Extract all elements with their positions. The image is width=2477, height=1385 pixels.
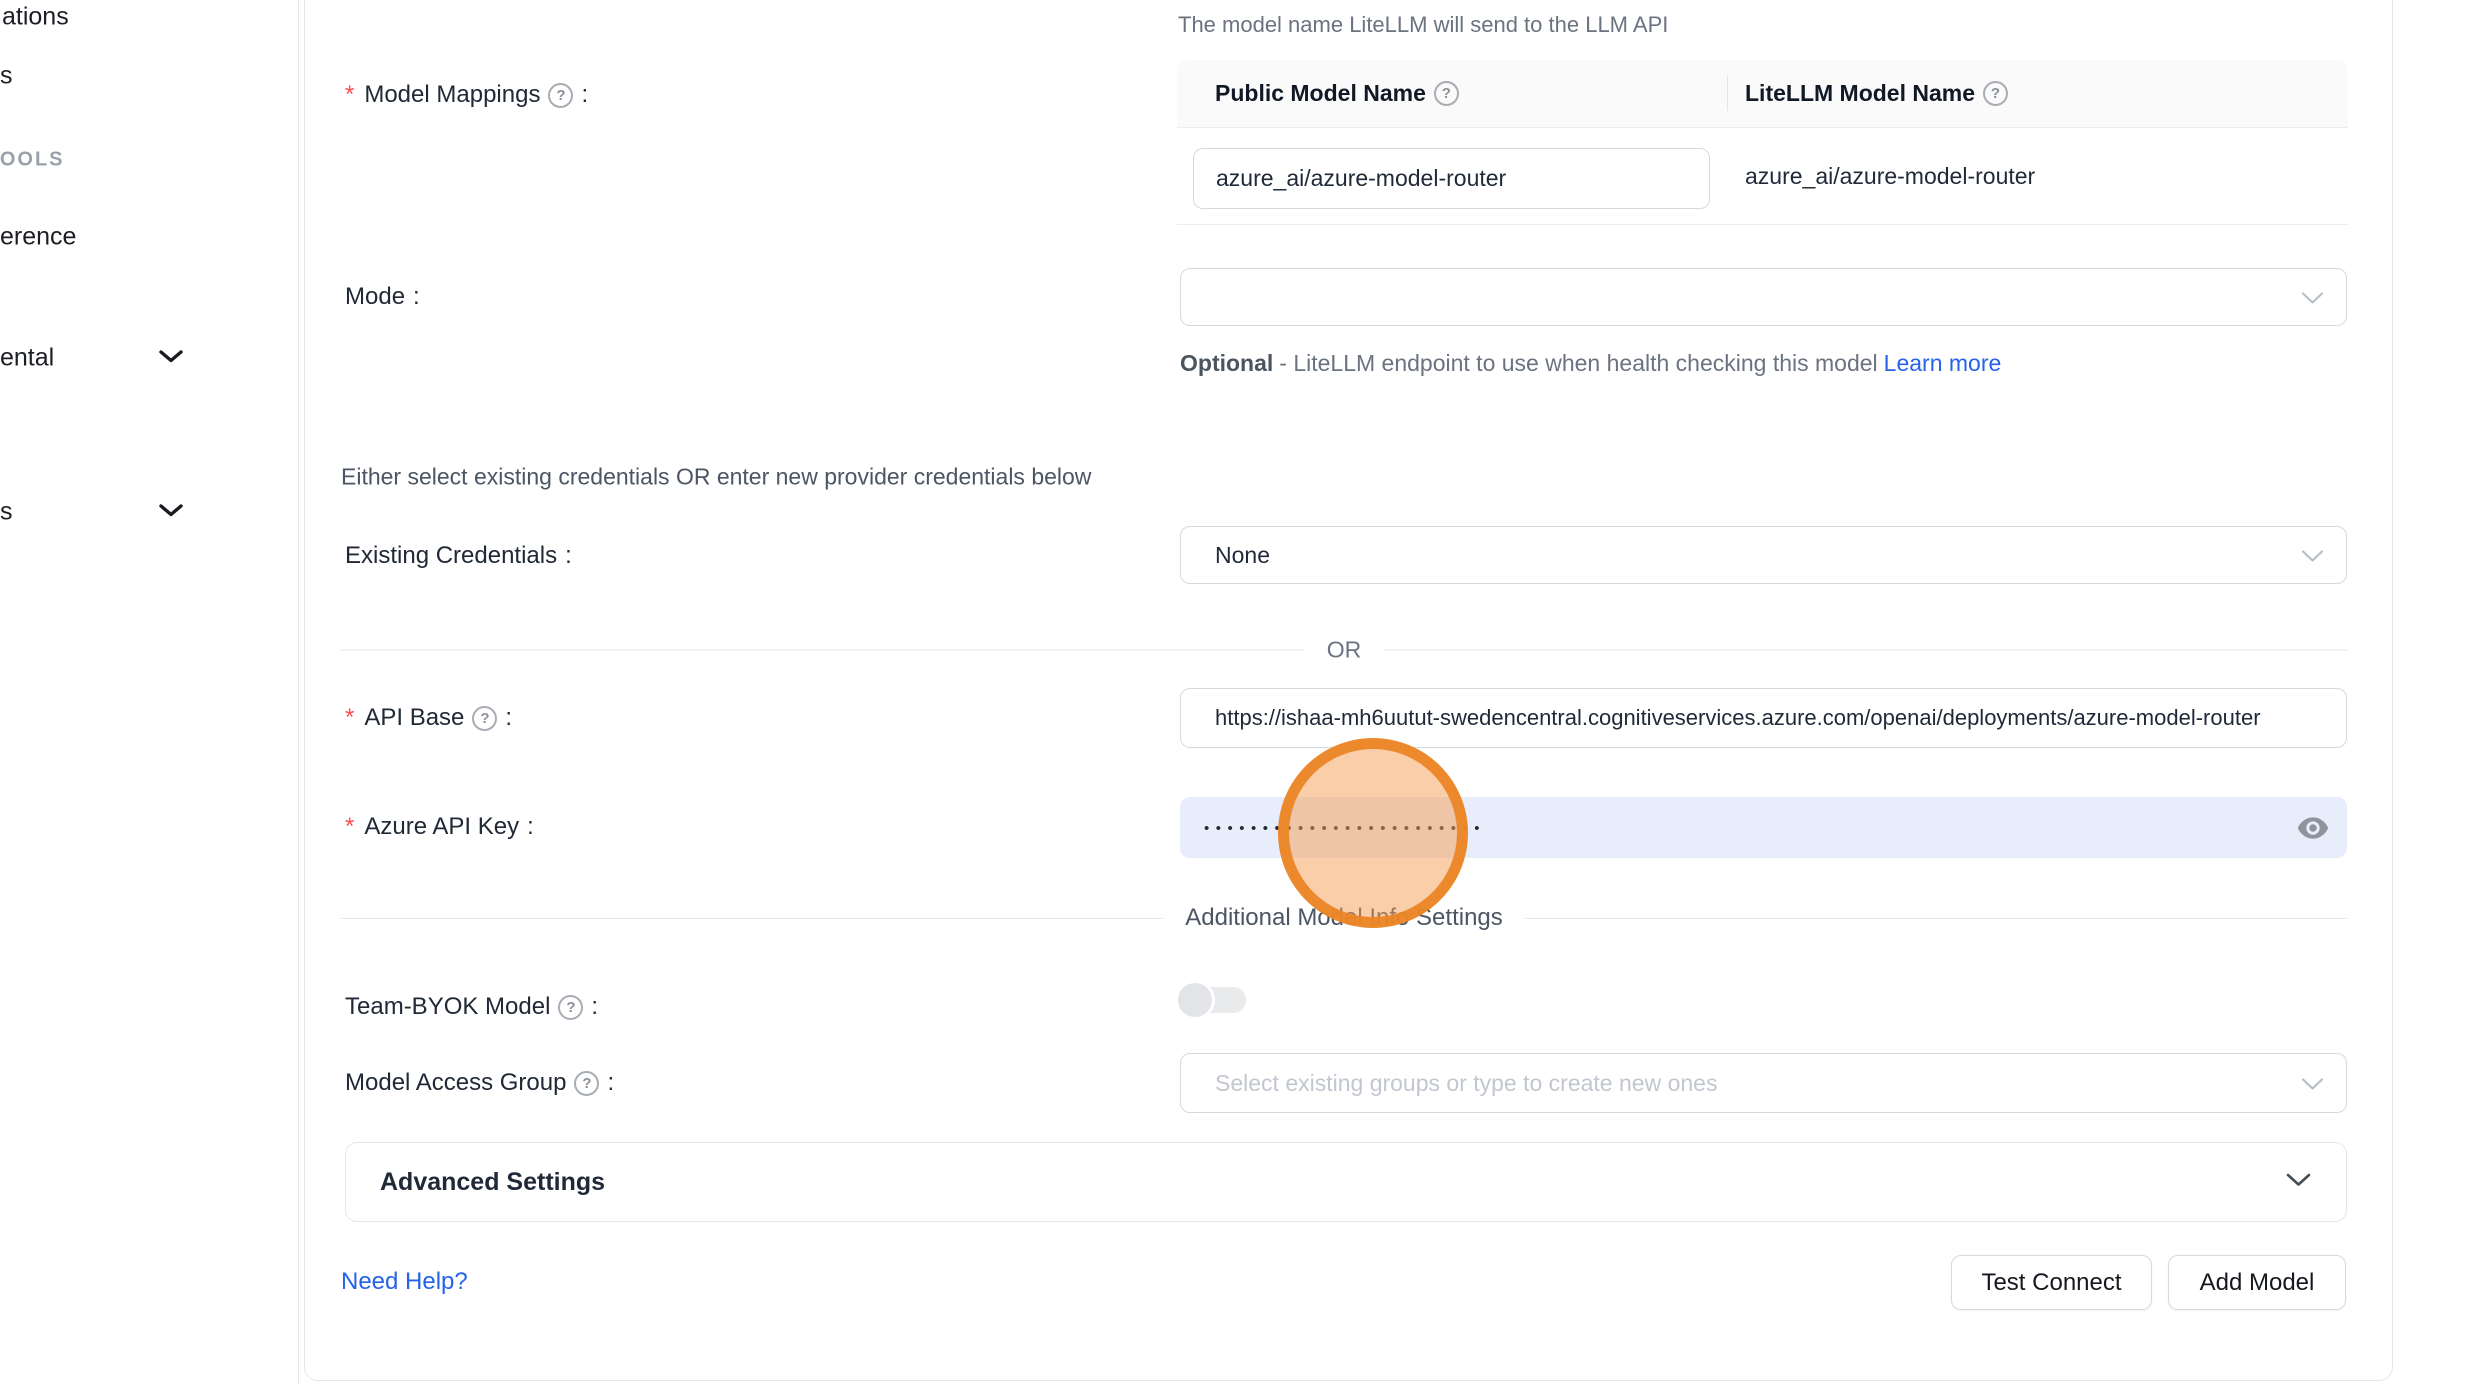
team-byok-toggle[interactable] — [1178, 983, 1246, 1017]
model-access-group-select[interactable]: Select existing groups or type to create… — [1180, 1053, 2347, 1113]
chevron-down-icon — [2301, 1070, 2324, 1097]
help-question-icon[interactable] — [1983, 81, 2008, 106]
mode-help-text: Optional- LiteLLM endpoint to use when h… — [1180, 344, 2040, 382]
sidebar-section-tools: TOOLS — [0, 149, 65, 172]
model-mappings-label: Model Mappings — [345, 81, 588, 109]
api-base-input[interactable]: https://ishaa-mh6uutut-swedencentral.cog… — [1180, 688, 2347, 748]
help-question-icon[interactable] — [1434, 81, 1459, 106]
existing-credentials-select[interactable]: None — [1180, 526, 2347, 584]
advanced-settings-title: Advanced Settings — [380, 1168, 2285, 1197]
sidebar-item-s1[interactable]: s — [0, 62, 13, 91]
add-model-form-page: ations s TOOLS erence ental s The model … — [0, 0, 2477, 1385]
team-byok-label: Team-BYOK Model — [345, 993, 598, 1021]
learn-more-link[interactable]: Learn more — [1884, 350, 2002, 376]
need-help-link[interactable]: Need Help? — [341, 1268, 468, 1296]
chevron-down-icon — [2301, 542, 2324, 569]
api-base-label: API Base — [345, 704, 512, 732]
required-asterisk — [345, 704, 354, 732]
chevron-down-icon — [2301, 284, 2324, 311]
help-question-icon[interactable] — [472, 706, 497, 731]
existing-credentials-label: Existing Credentials — [345, 542, 572, 570]
required-asterisk — [345, 81, 354, 109]
additional-settings-divider: Additional Model Info Settings — [341, 904, 2347, 932]
table-header-row: Public Model Name LiteLLM Model Name — [1177, 60, 2348, 128]
sidebar-item-erence[interactable]: erence — [0, 223, 76, 252]
required-asterisk — [345, 813, 354, 841]
sidebar-item-ations[interactable]: ations — [2, 3, 69, 32]
table-row: azure_ai/azure-model-router azure_ai/azu… — [1177, 128, 2348, 225]
sidebar: ations s TOOLS erence ental s — [0, 0, 299, 1385]
masked-password-value: •••••••••••••••••••••••• — [1204, 820, 1486, 837]
help-question-icon[interactable] — [574, 1071, 599, 1096]
model-name-help-text: The model name LiteLLM will send to the … — [1178, 12, 1668, 38]
azure-api-key-label: Azure API Key — [345, 813, 534, 841]
sidebar-item-ental[interactable]: ental — [0, 344, 54, 373]
add-model-button[interactable]: Add Model — [2168, 1255, 2346, 1310]
advanced-settings-panel[interactable]: Advanced Settings — [345, 1142, 2347, 1222]
test-connect-button[interactable]: Test Connect — [1951, 1255, 2152, 1310]
column-divider — [1727, 76, 1728, 111]
model-mappings-table: Public Model Name LiteLLM Model Name azu… — [1177, 60, 2348, 225]
chevron-down-icon[interactable] — [158, 349, 184, 369]
credentials-note: Either select existing credentials OR en… — [341, 464, 1091, 491]
model-access-group-label: Model Access Group — [345, 1069, 614, 1097]
column-header-public-model-name: Public Model Name — [1215, 80, 1459, 107]
or-divider: OR — [341, 637, 2347, 664]
mode-label: Mode — [345, 283, 420, 311]
eye-icon[interactable] — [2291, 806, 2335, 850]
public-model-name-input[interactable]: azure_ai/azure-model-router — [1193, 148, 1710, 209]
litellm-model-name-value: azure_ai/azure-model-router — [1745, 128, 2035, 224]
help-question-icon[interactable] — [558, 995, 583, 1020]
column-header-litellm-model-name: LiteLLM Model Name — [1745, 80, 2008, 107]
sidebar-item-s2[interactable]: s — [0, 498, 13, 527]
chevron-down-icon[interactable] — [158, 503, 184, 523]
mode-select[interactable] — [1180, 268, 2347, 326]
azure-api-key-input[interactable]: •••••••••••••••••••••••• — [1180, 797, 2347, 858]
help-question-icon[interactable] — [548, 83, 573, 108]
chevron-down-icon — [2285, 1172, 2312, 1193]
